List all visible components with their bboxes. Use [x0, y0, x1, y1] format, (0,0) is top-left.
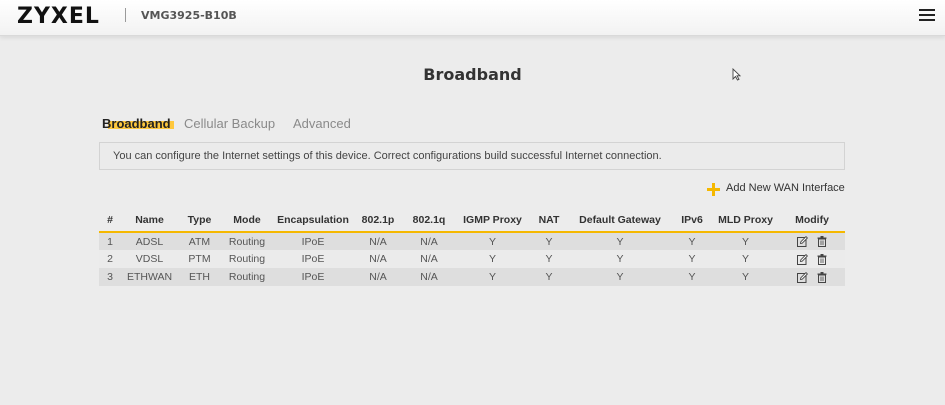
cell-igmp-proxy: Y — [455, 232, 530, 250]
cell-name: VDSL — [121, 250, 178, 268]
cell-mld-proxy: Y — [712, 268, 779, 286]
col-header-8021q: 802.1q — [403, 209, 455, 233]
cell-8021q: N/A — [403, 232, 455, 250]
col-header-name: Name — [121, 209, 178, 233]
cell-8021q: N/A — [403, 268, 455, 286]
cell-nat: Y — [530, 268, 568, 286]
table-row: 3 ETHWAN ETH Routing IPoE N/A N/A Y Y Y … — [99, 268, 845, 286]
col-header-type: Type — [178, 209, 221, 233]
tab-broadband[interactable]: Broadband — [102, 116, 174, 131]
table-header-row: # Name Type Mode Encapsulation 802.1p 80… — [99, 209, 845, 233]
col-header-default-gateway: Default Gateway — [568, 209, 672, 233]
col-header-igmp-proxy: IGMP Proxy — [455, 209, 530, 233]
col-header-ipv6: IPv6 — [672, 209, 712, 233]
cell-default-gateway: Y — [568, 232, 672, 250]
cell-encapsulation: IPoE — [273, 232, 353, 250]
cell-default-gateway: Y — [568, 268, 672, 286]
page-title: Broadband — [423, 65, 522, 84]
col-header-mode: Mode — [221, 209, 273, 233]
cell-igmp-proxy: Y — [455, 250, 530, 268]
trash-icon[interactable] — [817, 271, 827, 283]
wan-interface-table: # Name Type Mode Encapsulation 802.1p 80… — [99, 209, 845, 286]
edit-icon[interactable] — [797, 236, 809, 248]
cell-modify — [779, 268, 845, 286]
cell-nat: Y — [530, 250, 568, 268]
cell-ipv6: Y — [672, 268, 712, 286]
cell-name: ETHWAN — [121, 268, 178, 286]
cell-ipv6: Y — [672, 232, 712, 250]
cell-8021q: N/A — [403, 250, 455, 268]
cell-ipv6: Y — [672, 250, 712, 268]
header-divider — [125, 8, 126, 22]
cell-type: ATM — [178, 232, 221, 250]
cell-modify — [779, 232, 845, 250]
tab-advanced[interactable]: Advanced — [293, 116, 351, 131]
cell-mld-proxy: Y — [712, 250, 779, 268]
cell-type: PTM — [178, 250, 221, 268]
hamburger-menu-icon[interactable] — [919, 9, 935, 22]
cell-mode: Routing — [221, 232, 273, 250]
cell-nat: Y — [530, 232, 568, 250]
col-header-mld-proxy: MLD Proxy — [712, 209, 779, 233]
cell-number: 1 — [99, 232, 121, 250]
cell-number: 2 — [99, 250, 121, 268]
plus-icon[interactable] — [707, 183, 720, 196]
table-row: 2 VDSL PTM Routing IPoE N/A N/A Y Y Y Y … — [99, 250, 845, 268]
cell-mode: Routing — [221, 250, 273, 268]
cell-type: ETH — [178, 268, 221, 286]
add-wan-interface-label[interactable]: Add New WAN Interface — [726, 182, 845, 194]
zyxel-logo[interactable]: ZYXEL — [17, 4, 100, 29]
edit-icon[interactable] — [797, 271, 809, 283]
cell-mld-proxy: Y — [712, 232, 779, 250]
col-header-8021p: 802.1p — [353, 209, 403, 233]
cell-igmp-proxy: Y — [455, 268, 530, 286]
cell-encapsulation: IPoE — [273, 250, 353, 268]
info-message: You can configure the Internet settings … — [99, 142, 845, 170]
cell-8021p: N/A — [353, 250, 403, 268]
col-header-nat: NAT — [530, 209, 568, 233]
col-header-number: # — [99, 209, 121, 233]
edit-icon[interactable] — [797, 253, 809, 265]
table-row: 1 ADSL ATM Routing IPoE N/A N/A Y Y Y Y … — [99, 232, 845, 250]
cell-name: ADSL — [121, 232, 178, 250]
cell-8021p: N/A — [353, 268, 403, 286]
model-name: VMG3925-B10B — [141, 9, 237, 22]
col-header-modify: Modify — [779, 209, 845, 233]
trash-icon[interactable] — [817, 253, 827, 265]
cell-mode: Routing — [221, 268, 273, 286]
top-bar: ZYXEL VMG3925-B10B — [0, 0, 945, 36]
trash-icon[interactable] — [817, 236, 827, 248]
cell-default-gateway: Y — [568, 250, 672, 268]
tab-cellular-backup[interactable]: Cellular Backup — [184, 116, 275, 131]
cell-encapsulation: IPoE — [273, 268, 353, 286]
cell-number: 3 — [99, 268, 121, 286]
mouse-cursor-icon — [732, 68, 741, 81]
cell-8021p: N/A — [353, 232, 403, 250]
col-header-encapsulation: Encapsulation — [273, 209, 353, 233]
cell-modify — [779, 250, 845, 268]
